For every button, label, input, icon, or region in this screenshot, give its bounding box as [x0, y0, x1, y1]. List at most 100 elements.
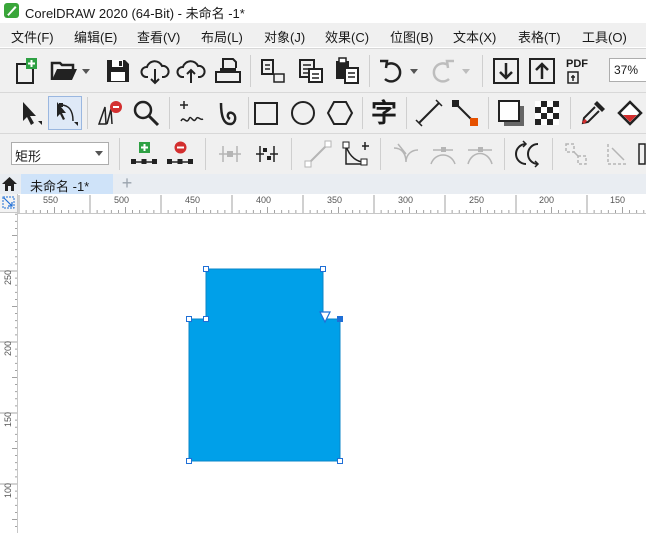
checkerboard-icon	[535, 101, 559, 125]
add-node-icon	[131, 142, 157, 164]
ruler-origin-corner[interactable]	[0, 194, 18, 213]
ruler-label: 400	[256, 195, 272, 205]
menu-view[interactable]: 查看(V)	[137, 27, 180, 46]
toolbar-separator	[119, 138, 120, 170]
node-handle[interactable]	[186, 458, 192, 464]
ruler-origin-icon	[2, 196, 15, 209]
text-tool[interactable]: 字	[368, 97, 400, 129]
open-button[interactable]	[49, 55, 81, 87]
smooth-node-button[interactable]	[427, 138, 459, 170]
node-handle[interactable]	[203, 316, 209, 322]
menu-text[interactable]: 文本(X)	[453, 27, 496, 46]
export-button[interactable]	[295, 55, 327, 87]
join-nodes-button[interactable]	[214, 138, 246, 170]
crop-tool[interactable]	[93, 97, 125, 129]
drawing-canvas[interactable]	[19, 214, 646, 533]
menu-object[interactable]: 对象(J)	[264, 27, 305, 46]
eyedropper-icon	[581, 101, 605, 125]
freehand-icon	[180, 101, 204, 122]
publish-pdf-button[interactable]: PDF	[562, 55, 594, 87]
redo-button[interactable]	[426, 55, 458, 87]
print-button[interactable]	[212, 55, 244, 87]
redo-dropdown[interactable]	[460, 55, 472, 87]
undo-button[interactable]	[376, 55, 408, 87]
freehand-tool[interactable]	[175, 97, 207, 129]
export-arrow-button[interactable]	[526, 55, 558, 87]
save-button[interactable]	[102, 55, 134, 87]
ruler-label: 200	[539, 195, 555, 205]
ellipse-tool[interactable]	[287, 97, 319, 129]
menu-effects[interactable]: 效果(C)	[325, 27, 369, 46]
clipboard-button[interactable]	[331, 55, 363, 87]
artistic-media-tool[interactable]	[213, 97, 245, 129]
open-dropdown[interactable]	[80, 55, 92, 87]
cloud-upload-button[interactable]	[175, 55, 207, 87]
knife-icon	[97, 101, 122, 125]
horizontal-ruler[interactable]: 550 500 450 400 350 300 250 200 150	[18, 194, 646, 214]
parallel-dimension-tool[interactable]	[413, 97, 445, 129]
menu-layout[interactable]: 布局(L)	[201, 27, 243, 46]
node-handle-selected[interactable]	[337, 316, 343, 322]
cloud-download-button[interactable]	[139, 55, 171, 87]
menu-table[interactable]: 表格(T)	[518, 27, 561, 46]
pick-tool[interactable]	[14, 97, 46, 129]
cusp-node-button[interactable]	[390, 138, 422, 170]
node-handle[interactable]	[203, 266, 209, 272]
curve-segment-icon	[342, 141, 369, 166]
menu-bar: 文件(F) 编辑(E) 查看(V) 布局(L) 对象(J) 效果(C) 位图(B…	[0, 23, 646, 47]
more-options-button[interactable]	[638, 138, 646, 170]
menu-tools[interactable]: 工具(O)	[582, 27, 627, 46]
add-tab-button[interactable]: +	[117, 174, 137, 194]
ruler-label: 500	[114, 195, 130, 205]
new-document-button[interactable]	[11, 55, 43, 87]
import-button[interactable]	[257, 55, 289, 87]
symmetrical-node-button[interactable]	[464, 138, 496, 170]
zoom-tool[interactable]	[130, 97, 162, 129]
menu-file[interactable]: 文件(F)	[11, 27, 54, 46]
object-type-dropdown[interactable]: 矩形	[11, 142, 109, 165]
polygon-tool[interactable]	[324, 97, 356, 129]
dimension-line-icon	[415, 99, 443, 127]
convert-to-curve-button[interactable]	[340, 138, 372, 170]
node-handle[interactable]	[186, 316, 192, 322]
document-tab-bar: 未命名 -1* +	[0, 174, 646, 194]
menu-bitmaps[interactable]: 位图(B)	[390, 27, 433, 46]
export-arrow-icon	[529, 58, 555, 84]
break-curve-button[interactable]	[251, 138, 283, 170]
rectangle-icon	[254, 102, 278, 125]
toolbar-separator	[291, 138, 292, 170]
node-handle[interactable]	[320, 266, 326, 272]
vertical-ruler[interactable]: 250 200 150 100	[0, 213, 18, 533]
floppy-disk-icon	[107, 60, 129, 82]
shape-tool[interactable]	[48, 96, 82, 130]
toolbar-separator	[248, 97, 249, 129]
ruler-label: 300	[398, 195, 414, 205]
connector-tool[interactable]	[449, 97, 481, 129]
transparency-tool[interactable]	[531, 97, 563, 129]
import-arrow-button[interactable]	[490, 55, 522, 87]
ellipse-icon	[291, 101, 315, 125]
tab-document[interactable]: 未命名 -1*	[21, 174, 113, 194]
undo-dropdown[interactable]	[408, 55, 420, 87]
reverse-direction-button[interactable]	[512, 138, 544, 170]
delete-node-button[interactable]	[164, 138, 196, 170]
object-type-value: 矩形	[15, 149, 42, 164]
zoom-level-input[interactable]: 37%	[609, 58, 646, 82]
extract-subpath-button[interactable]	[560, 138, 592, 170]
chevron-down-icon	[410, 69, 418, 74]
extend-curve-button[interactable]	[602, 138, 634, 170]
paint-bucket-icon	[617, 100, 643, 126]
eyedropper-tool[interactable]	[577, 97, 609, 129]
blue-curve-shape[interactable]	[188, 268, 341, 462]
chevron-down-icon	[95, 151, 103, 156]
convert-to-line-button[interactable]	[302, 138, 334, 170]
interactive-fill-tool[interactable]	[614, 97, 646, 129]
menu-edit[interactable]: 编辑(E)	[74, 27, 117, 46]
toolbar-separator	[380, 138, 381, 170]
node-handle[interactable]	[337, 458, 343, 464]
add-node-button[interactable]	[128, 138, 160, 170]
ruler-label: 200	[3, 340, 13, 356]
home-icon[interactable]	[1, 176, 18, 192]
drop-shadow-tool[interactable]	[495, 97, 527, 129]
rectangle-tool[interactable]	[250, 97, 282, 129]
